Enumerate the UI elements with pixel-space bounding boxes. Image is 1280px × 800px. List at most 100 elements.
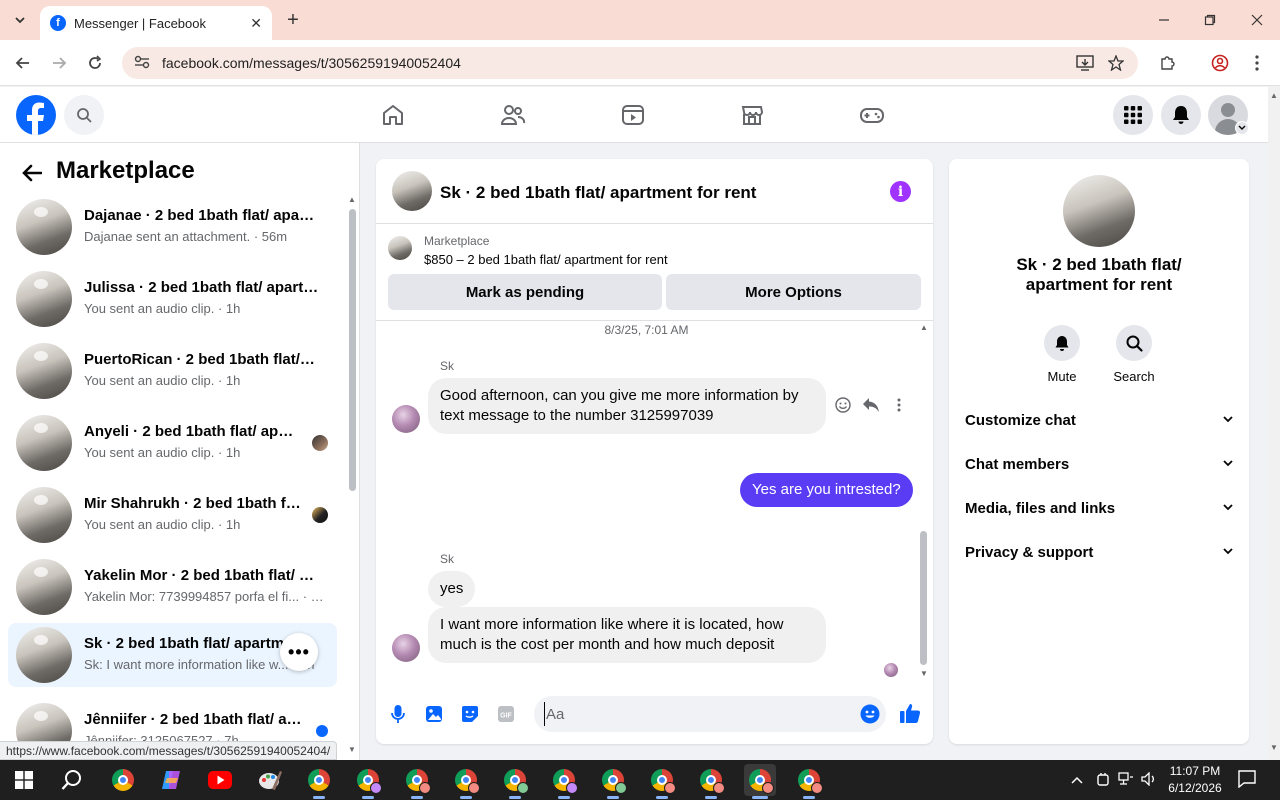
like-thumbs-up-icon[interactable] [899,702,921,724]
chrome-profile-taskbar-icon[interactable] [450,764,482,799]
incoming-message[interactable]: I want more information like where it is… [428,607,826,663]
windows-start-icon[interactable] [8,764,40,796]
mute-action[interactable]: Mute [1032,325,1092,384]
listing-thumbnail[interactable] [388,236,412,260]
back-arrow-icon[interactable] [18,159,46,187]
chrome-taskbar-icon[interactable] [107,764,139,796]
close-window-icon[interactable] [1245,8,1269,32]
gif-icon[interactable]: GIF [495,703,517,725]
extensions-puzzle-icon[interactable] [1155,51,1179,75]
friends-icon[interactable] [493,99,533,131]
chrome-profile-taskbar-icon[interactable] [499,764,531,799]
account-chevron-icon[interactable] [1235,121,1249,135]
listing-profile-image[interactable] [1063,175,1135,247]
sidebar-scroll-down[interactable]: ▼ [347,745,357,754]
facebook-logo-icon[interactable] [16,95,56,135]
chrome-profile-taskbar-icon[interactable] [646,764,678,799]
video-icon[interactable] [613,99,653,131]
search-action[interactable]: Search [1104,325,1164,384]
new-tab-button[interactable]: + [282,8,304,32]
conversation-info-icon[interactable]: i [890,181,911,202]
mute-bell-icon[interactable] [1044,325,1080,361]
tab-search-icon[interactable] [8,8,32,32]
back-icon[interactable] [11,51,35,75]
photo-icon[interactable] [423,703,445,725]
home-icon[interactable] [373,99,413,131]
message-composer: GIF [376,691,933,744]
gaming-icon[interactable] [852,99,892,131]
tab-close-icon[interactable]: ✕ [250,15,262,32]
copilot-icon[interactable] [155,764,187,796]
chrome-profile-taskbar-icon-active[interactable] [744,764,776,799]
chat-scroll-up[interactable]: ▲ [919,323,929,332]
chrome-taskbar-icon[interactable] [303,764,335,799]
chrome-profile-taskbar-icon[interactable] [695,764,727,799]
chrome-profile-taskbar-icon[interactable] [548,764,580,799]
chat-scrollbar-thumb[interactable] [920,531,927,665]
network-icon[interactable] [1118,772,1134,789]
taskbar-search-icon[interactable] [56,764,88,796]
chat-avatar[interactable] [392,171,432,211]
sidebar-scrollbar-thumb[interactable] [349,209,356,491]
reply-icon[interactable] [862,396,880,414]
sticker-icon[interactable] [459,703,481,725]
microphone-icon[interactable] [387,703,409,725]
tray-device-icon[interactable] [1096,772,1110,791]
react-emoji-icon[interactable] [834,396,852,414]
customize-chat-row[interactable]: Customize chat [965,408,1233,432]
sender-avatar[interactable] [392,634,420,662]
marketplace-icon[interactable] [732,99,772,131]
sender-avatar[interactable] [392,405,420,433]
more-vertical-icon[interactable] [890,396,908,414]
message-input[interactable] [544,702,844,726]
conversation-more-button[interactable]: ••• [280,633,318,671]
incoming-message[interactable]: Good afternoon, can you give me more inf… [428,378,826,434]
profile-icon[interactable] [1208,51,1232,75]
conversation-item[interactable]: PuertoRican · 2 bed 1bath flat/ apartmen… [8,339,337,403]
outgoing-message[interactable]: Yes are you intrested? [740,473,913,507]
conversation-item[interactable]: Julissa · 2 bed 1bath flat/ apartment fo… [8,267,337,331]
emoji-picker-icon[interactable] [860,704,880,729]
conversation-item[interactable]: Yakelin Mor · 2 bed 1bath flat/ apartmen… [8,555,337,619]
facebook-search-icon[interactable] [64,95,104,135]
restore-icon[interactable] [1198,8,1222,32]
forward-icon[interactable] [47,51,71,75]
notifications-bell-icon[interactable] [1161,95,1201,135]
browser-menu-icon[interactable] [1245,51,1269,75]
media-files-links-row[interactable]: Media, files and links [965,496,1233,520]
menu-grid-icon[interactable] [1113,95,1153,135]
paint-app-icon[interactable] [254,764,286,796]
chrome-profile-taskbar-icon[interactable] [597,764,629,799]
conversation-item[interactable]: Dajanae · 2 bed 1bath flat/ apartment fo… [8,195,337,259]
browser-tab[interactable]: f Messenger | Facebook ✕ [40,6,272,40]
tray-chevron-up-icon[interactable] [1071,772,1083,787]
conversation-item[interactable]: Mir Shahrukh · 2 bed 1bath flat/ apartme… [8,483,337,547]
address-bar[interactable]: facebook.com/messages/t/3056259194005240… [122,47,1138,79]
sidebar-scroll-up[interactable]: ▲ [347,195,357,204]
chrome-profile-taskbar-icon[interactable] [793,764,825,799]
mark-as-pending-button[interactable]: Mark as pending [388,274,662,310]
chat-members-row[interactable]: Chat members [965,452,1233,476]
youtube-icon[interactable] [204,764,236,796]
page-scrollbar[interactable]: ▲ ▼ [1268,87,1280,760]
install-app-icon[interactable] [1076,47,1094,79]
privacy-support-row[interactable]: Privacy & support [965,540,1233,564]
site-info-icon[interactable] [134,55,150,72]
conversation-item[interactable]: Anyeli · 2 bed 1bath flat/ apartment for… [8,411,337,475]
listing-price-title[interactable]: $850 – 2 bed 1bath flat/ apartment for r… [424,252,668,267]
chat-title[interactable]: Sk · 2 bed 1bath flat/ apartment for ren… [440,183,756,203]
chrome-profile-taskbar-icon[interactable] [401,764,433,799]
chat-scroll-down[interactable]: ▼ [919,669,929,678]
system-clock[interactable]: 11:07 PM 6/12/2026 [1160,763,1230,797]
search-in-conversation-icon[interactable] [1116,325,1152,361]
more-options-button[interactable]: More Options [666,274,921,310]
notification-center-icon[interactable] [1238,770,1256,791]
chrome-profile-taskbar-icon[interactable] [352,764,384,799]
bookmark-star-icon[interactable] [1108,47,1124,79]
message-actions [834,396,908,414]
conversation-item-active[interactable]: Sk · 2 bed 1bath flat/ apartment for ren… [8,623,337,687]
volume-icon[interactable] [1141,771,1157,789]
minimize-icon[interactable] [1152,8,1176,32]
reload-icon[interactable] [83,51,107,75]
incoming-message[interactable]: yes [428,571,476,607]
